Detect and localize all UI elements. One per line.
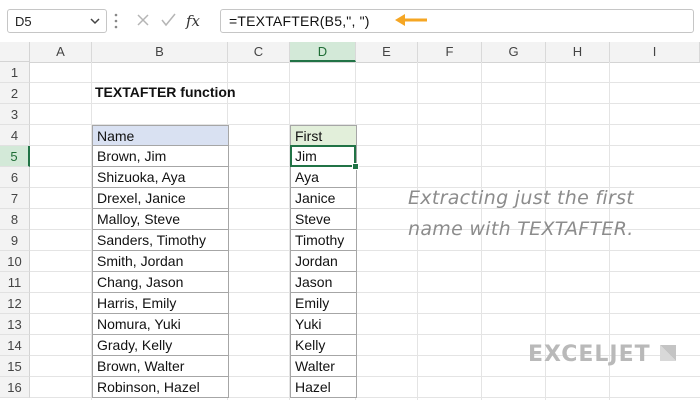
note-line-2: name with TEXTAFTER. — [408, 218, 634, 240]
row-header-1[interactable]: 1 — [0, 62, 30, 83]
first-name-cell[interactable]: Yuki — [290, 314, 357, 335]
first-name-cell[interactable]: Jordan — [290, 251, 357, 272]
note-line-1: Extracting just the first — [408, 187, 635, 209]
first-name-cell[interactable]: Jason — [290, 272, 357, 293]
column-header-i[interactable]: I — [610, 42, 700, 62]
name-cell[interactable]: Malloy, Steve — [92, 209, 229, 230]
first-name-cell[interactable]: Aya — [290, 167, 357, 188]
row-header-16[interactable]: 16 — [0, 377, 30, 398]
first-name-cell[interactable]: Walter — [290, 356, 357, 377]
name-box[interactable]: D5 — [7, 9, 107, 33]
row-header-14[interactable]: 14 — [0, 335, 30, 356]
grid-line — [30, 82, 700, 83]
row-header-7[interactable]: 7 — [0, 188, 30, 209]
row-header-6[interactable]: 6 — [0, 167, 30, 188]
formula-text: =TEXTAFTER(B5,", ") — [229, 13, 370, 29]
name-box-value: D5 — [15, 14, 32, 29]
name-cell[interactable]: Brown, Jim — [92, 146, 229, 167]
row-header-15[interactable]: 15 — [0, 356, 30, 377]
row-header-3[interactable]: 3 — [0, 104, 30, 125]
row-header-9[interactable]: 9 — [0, 230, 30, 251]
active-cell-border — [290, 145, 356, 167]
row-header-12[interactable]: 12 — [0, 293, 30, 314]
column-header-d[interactable]: D — [290, 42, 356, 62]
first-header-cell[interactable]: First — [290, 125, 357, 146]
formula-input[interactable]: =TEXTAFTER(B5,", ") — [220, 9, 694, 33]
drag-handle-icon[interactable] — [114, 12, 118, 30]
formula-bar: D5 fx =TEXTAFTER(B5,", ") — [0, 0, 700, 43]
first-name-cell[interactable]: Hazel — [290, 377, 357, 398]
name-cell[interactable]: Grady, Kelly — [92, 335, 229, 356]
name-cell[interactable]: Harris, Emily — [92, 293, 229, 314]
annotation-note: Extracting just the first name with TEXT… — [408, 183, 634, 245]
grid-line — [30, 103, 700, 104]
name-cell[interactable]: Robinson, Hazel — [92, 377, 229, 398]
left-arrow-icon — [395, 14, 427, 26]
first-name-cell[interactable]: Timothy — [290, 230, 357, 251]
column-header-c[interactable]: C — [228, 42, 290, 62]
first-name-cell[interactable]: Steve — [290, 209, 357, 230]
name-cell[interactable]: Drexel, Janice — [92, 188, 229, 209]
column-headers: ABCDEFGHI — [30, 42, 700, 63]
row-header-8[interactable]: 8 — [0, 209, 30, 230]
row-header-10[interactable]: 10 — [0, 251, 30, 272]
row-header-5[interactable]: 5 — [0, 146, 30, 167]
logo-text: EXCELJET — [528, 342, 651, 367]
chevron-down-icon[interactable] — [88, 13, 102, 29]
row-header-4[interactable]: 4 — [0, 125, 30, 146]
name-cell[interactable]: Chang, Jason — [92, 272, 229, 293]
row-header-2[interactable]: 2 — [0, 83, 30, 104]
row-header-11[interactable]: 11 — [0, 272, 30, 293]
column-header-b[interactable]: B — [92, 42, 228, 62]
first-name-cell[interactable]: Janice — [290, 188, 357, 209]
x-icon[interactable] — [137, 14, 149, 26]
row-header-13[interactable]: 13 — [0, 314, 30, 335]
exceljet-logo: EXCELJET — [528, 342, 678, 372]
fill-handle[interactable] — [352, 163, 359, 170]
first-name-cell[interactable]: Kelly — [290, 335, 357, 356]
name-cell[interactable]: Smith, Jordan — [92, 251, 229, 272]
fx-icon[interactable]: fx — [185, 12, 201, 30]
sheet-title: TEXTAFTER function — [95, 84, 236, 100]
column-header-f[interactable]: F — [418, 42, 482, 62]
name-cell[interactable]: Nomura, Yuki — [92, 314, 229, 335]
column-header-e[interactable]: E — [356, 42, 418, 62]
name-cell[interactable]: Shizuoka, Aya — [92, 167, 229, 188]
check-icon[interactable] — [161, 13, 176, 27]
formula-icons: fx — [137, 12, 201, 30]
name-header-cell[interactable]: Name — [92, 125, 229, 146]
column-header-g[interactable]: G — [482, 42, 546, 62]
column-header-a[interactable]: A — [30, 42, 92, 62]
select-all-corner[interactable] — [0, 42, 30, 62]
name-cell[interactable]: Sanders, Timothy — [92, 230, 229, 251]
name-cell[interactable]: Brown, Walter — [92, 356, 229, 377]
first-name-cell[interactable]: Emily — [290, 293, 357, 314]
column-header-h[interactable]: H — [546, 42, 610, 62]
logo-mark-icon — [660, 345, 677, 361]
svg-text:fx: fx — [185, 12, 201, 30]
